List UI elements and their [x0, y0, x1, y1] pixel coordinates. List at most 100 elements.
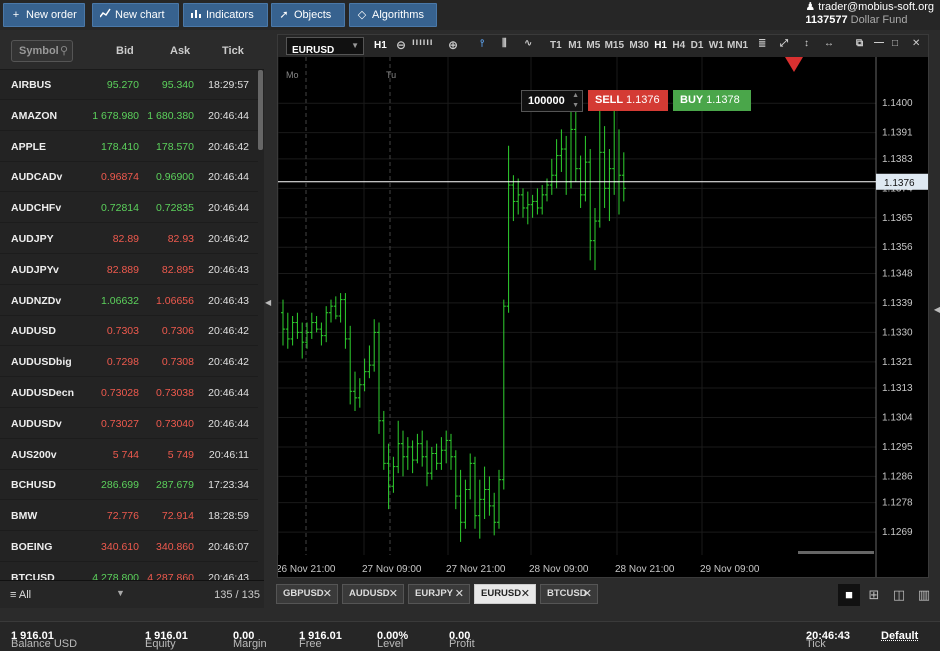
- new-order-button[interactable]: + New order: [3, 3, 85, 27]
- collapse-right-icon[interactable]: ◀: [934, 305, 940, 314]
- tick-column-header[interactable]: Tick: [222, 45, 244, 57]
- close-tab-icon[interactable]: ✕: [521, 585, 530, 603]
- algorithms-button[interactable]: ◇ Algorithms: [349, 3, 437, 27]
- chart-tab[interactable]: EURJPY ✕: [408, 584, 470, 604]
- timeframe-m5[interactable]: M5: [586, 40, 600, 51]
- watchlist-row[interactable]: BCHUSD 286.699 287.679 17:23:34: [0, 470, 258, 501]
- ask-column-header[interactable]: Ask: [170, 45, 190, 57]
- watchlist-row[interactable]: AUDJPYv 82.889 82.895 20:46:43: [0, 255, 258, 285]
- resize-icon[interactable]: ⤢: [780, 38, 788, 49]
- account-number: 1137577: [805, 14, 848, 26]
- zoom-in-icon[interactable]: ⊕: [448, 38, 458, 52]
- timeframe-h4[interactable]: H4: [672, 40, 685, 51]
- price-chart[interactable]: 1.14001.13911.13831.13741.13651.13561.13…: [276, 57, 928, 579]
- timeframe-label[interactable]: H1: [374, 40, 387, 51]
- account-info[interactable]: ♟ trader@mobius-soft.org 1137577 Dollar …: [805, 1, 934, 27]
- candle-chart-type-icon[interactable]: ⫼: [502, 38, 507, 49]
- timeframe-d1[interactable]: D1: [691, 40, 704, 51]
- grid-layout-icon[interactable]: ⊞: [863, 584, 885, 606]
- bar-chart-type-icon[interactable]: ⫯: [480, 38, 484, 49]
- timeframe-mn1[interactable]: MN1: [727, 40, 748, 51]
- filter-select[interactable]: ≡ All: [10, 589, 31, 601]
- watchlist-row[interactable]: AUDUSD 0.7303 0.7306 20:46:42: [0, 316, 258, 347]
- watchlist-row[interactable]: AUS200v 5 744 5 749 20:46:11: [0, 440, 258, 470]
- close-tab-icon[interactable]: ✕: [323, 585, 332, 603]
- chart-tab[interactable]: AUDUSD ✕: [342, 584, 404, 604]
- detach-icon[interactable]: ⧉: [856, 38, 863, 49]
- watchlist-row[interactable]: AUDNZDv 1.06632 1.06656 20:46:43: [0, 286, 258, 316]
- chart-tab[interactable]: GBPUSD ✕: [276, 584, 338, 604]
- row-bid: 0.7303: [106, 325, 139, 338]
- symbol-search-input[interactable]: Symbol ⚲: [11, 40, 73, 62]
- minimize-icon[interactable]: —: [874, 37, 884, 48]
- y-tick-label: 1.1348: [882, 268, 913, 279]
- vertical-arrows-icon[interactable]: ↕: [804, 38, 809, 49]
- server-tick-readout: Tick 20:46:43: [806, 630, 851, 650]
- pointer-icon: ➚: [279, 9, 289, 21]
- chart-tab[interactable]: BTCUSD ✕: [540, 584, 598, 604]
- profile-select[interactable]: Default: [881, 630, 918, 642]
- close-icon[interactable]: ✕: [912, 38, 920, 49]
- split-layout-icon[interactable]: ▥: [913, 584, 935, 606]
- day-label: Tu: [386, 70, 396, 80]
- ohlc-bar: [521, 188, 525, 218]
- ohlc-bar: [453, 450, 458, 510]
- close-tab-icon[interactable]: ✕: [455, 585, 464, 603]
- watchlist-row[interactable]: BMW 72.776 72.914 18:28:59: [0, 501, 258, 532]
- watchlist-row[interactable]: AIRBUS 95.270 95.340 18:29:57: [0, 70, 258, 100]
- row-symbol: BMW: [11, 510, 38, 523]
- watchlist-row[interactable]: BTCUSD 4 278.800 4 287.860 20:46:43: [0, 563, 258, 580]
- single-layout-icon[interactable]: ■: [838, 584, 860, 606]
- chart-tab[interactable]: EURUSD ✕: [474, 584, 536, 604]
- watchlist-scrollbar[interactable]: [258, 70, 263, 150]
- watchlist-row[interactable]: AUDUSDbig 0.7298 0.7308 20:46:42: [0, 347, 258, 378]
- watchlist-row[interactable]: AUDUSDv 0.73027 0.73040 20:46:44: [0, 409, 258, 439]
- timeframe-m15[interactable]: M15: [605, 40, 624, 51]
- new-chart-button[interactable]: New chart: [92, 3, 179, 27]
- chart-symbol-select[interactable]: EURUSD ▼: [286, 37, 364, 56]
- bid-column-header[interactable]: Bid: [116, 45, 134, 57]
- watchlist-row[interactable]: AUDUSDecn 0.73028 0.73038 20:46:44: [0, 378, 258, 408]
- timeframe-h1[interactable]: H1: [654, 40, 667, 51]
- plus-icon: +: [12, 9, 20, 21]
- watchlist-row[interactable]: BOEING 340.610 340.860 20:46:07: [0, 532, 258, 562]
- horizontal-arrows-icon[interactable]: ↔: [824, 38, 834, 49]
- chevron-down-icon[interactable]: ▼: [116, 588, 125, 598]
- row-symbol: AUDUSDv: [11, 417, 62, 430]
- columns-layout-icon[interactable]: ◫: [888, 584, 910, 606]
- ohlc-bar: [621, 152, 626, 202]
- timeframe-w1[interactable]: W1: [709, 40, 724, 51]
- watchlist-row[interactable]: AUDCHFv 0.72814 0.72835 20:46:44: [0, 193, 258, 224]
- watchlist-row[interactable]: AUDCADv 0.96874 0.96900 20:46:44: [0, 162, 258, 193]
- line-chart-type-icon[interactable]: ∿: [524, 38, 532, 49]
- objects-button[interactable]: ➚ Objects: [271, 3, 345, 27]
- ohlc-bar: [477, 479, 482, 539]
- sell-button[interactable]: SELL 1.1376: [588, 90, 668, 111]
- watchlist-footer: ≡ All ▼ 135 / 135: [0, 580, 264, 608]
- row-ask: 287.679: [156, 479, 194, 492]
- chart-plot-area[interactable]: 1.14001.13911.13831.13741.13651.13561.13…: [276, 57, 928, 579]
- watchlist-row[interactable]: AMAZON 1 678.980 1 680.380 20:46:44: [0, 101, 258, 131]
- stepper-icon[interactable]: ▲ ▼: [572, 91, 579, 111]
- indicator-menu-icon[interactable]: ≣: [758, 38, 766, 49]
- top-toolbar: + New order New chart Indicators ➚ Objects…: [0, 0, 940, 30]
- timeframe-m1[interactable]: M1: [568, 40, 582, 51]
- row-tick: 20:46:44: [208, 202, 249, 215]
- maximize-icon[interactable]: □: [892, 38, 898, 49]
- collapse-left-icon[interactable]: ◀: [265, 298, 271, 307]
- row-ask: 0.73040: [156, 417, 194, 430]
- row-ask: 72.914: [161, 510, 194, 523]
- watchlist-row[interactable]: APPLE 178.410 178.570 20:46:42: [0, 132, 258, 162]
- ohlc-bar: [449, 433, 453, 470]
- watchlist-row[interactable]: AUDJPY 82.89 82.93 20:46:42: [0, 224, 258, 254]
- timeframe-t1[interactable]: T1: [550, 40, 562, 51]
- zoom-out-icon[interactable]: ⊖: [396, 38, 406, 52]
- row-symbol: AUDJPYv: [11, 263, 59, 276]
- buy-button[interactable]: BUY 1.1378: [673, 90, 751, 111]
- close-tab-icon[interactable]: ✕: [389, 585, 398, 603]
- timeframe-m30[interactable]: M30: [629, 40, 648, 51]
- volume-input[interactable]: 100000 ▲ ▼: [521, 90, 583, 112]
- indicators-button[interactable]: Indicators: [183, 3, 268, 27]
- zoom-slider[interactable]: ı ı ı ı ı ı: [412, 37, 433, 48]
- close-tab-icon[interactable]: ✕: [583, 585, 592, 603]
